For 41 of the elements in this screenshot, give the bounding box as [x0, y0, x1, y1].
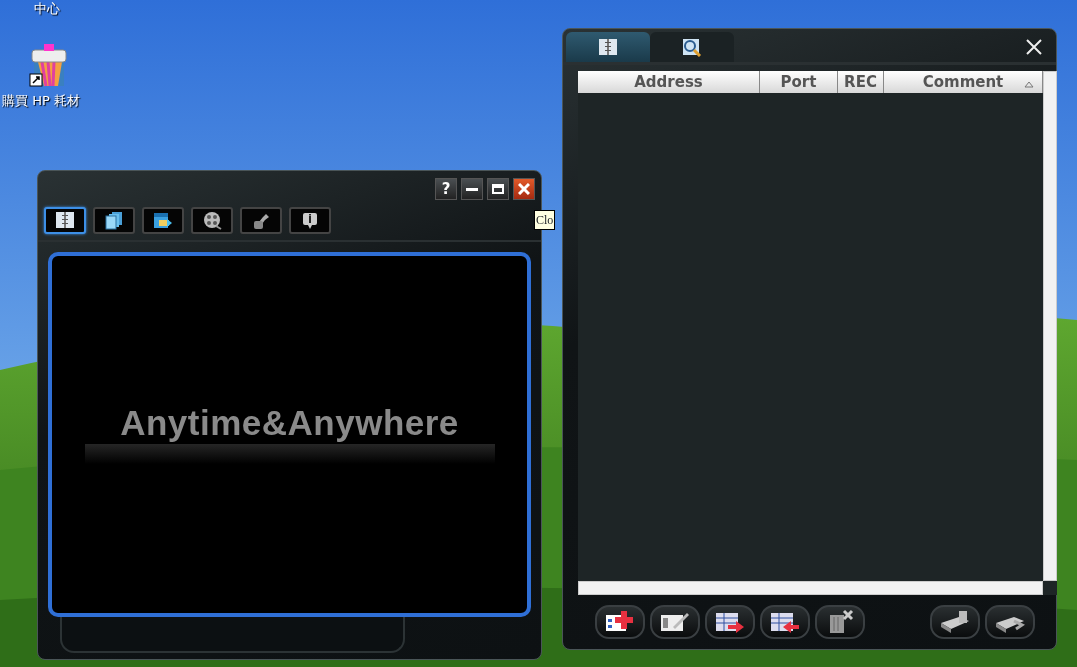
column-header[interactable]: REC	[838, 71, 884, 93]
help-button[interactable]: ?	[435, 178, 457, 200]
tab[interactable]	[240, 207, 282, 234]
calendar-icon	[153, 211, 173, 230]
tab[interactable]	[93, 207, 135, 234]
tooltip: Clo	[534, 210, 556, 230]
column-header[interactable]: Address	[578, 71, 760, 93]
book-icon	[598, 37, 618, 57]
tab[interactable]	[191, 207, 233, 234]
device-export-button[interactable]	[930, 605, 980, 639]
tab[interactable]	[289, 207, 331, 234]
sort-icon	[1024, 81, 1034, 88]
column-header[interactable]: Port	[760, 71, 838, 93]
tab[interactable]	[142, 207, 184, 234]
edit-entry-button[interactable]	[650, 605, 700, 639]
book-icon	[55, 211, 75, 230]
tab[interactable]	[650, 32, 734, 62]
icon-label[interactable]: 中心	[34, 0, 60, 19]
tab[interactable]	[566, 32, 650, 62]
printer-icon	[28, 44, 70, 88]
maximize-button[interactable]	[487, 178, 509, 200]
search-icon	[682, 37, 702, 57]
close-icon	[518, 183, 530, 195]
export-button[interactable]	[705, 605, 755, 639]
film-reel-icon	[202, 211, 222, 230]
tab[interactable]	[44, 207, 86, 234]
import-button[interactable]	[760, 605, 810, 639]
delete-button[interactable]	[815, 605, 865, 639]
close-button[interactable]	[513, 178, 535, 200]
close-icon	[1026, 39, 1042, 55]
vertical-scrollbar[interactable]	[1043, 71, 1057, 581]
logo-text: Anytime&Anywhere	[120, 405, 459, 440]
add-entry-button[interactable]	[595, 605, 645, 639]
minimize-button[interactable]	[461, 178, 483, 200]
wrench-icon	[251, 211, 271, 230]
horizontal-scrollbar[interactable]	[578, 581, 1043, 595]
icon-label[interactable]: 購買 HP 耗材	[2, 91, 80, 111]
pages-icon	[104, 211, 124, 230]
device-import-button[interactable]	[985, 605, 1035, 639]
device-arrow-icon	[939, 609, 971, 635]
info-icon	[300, 211, 320, 230]
